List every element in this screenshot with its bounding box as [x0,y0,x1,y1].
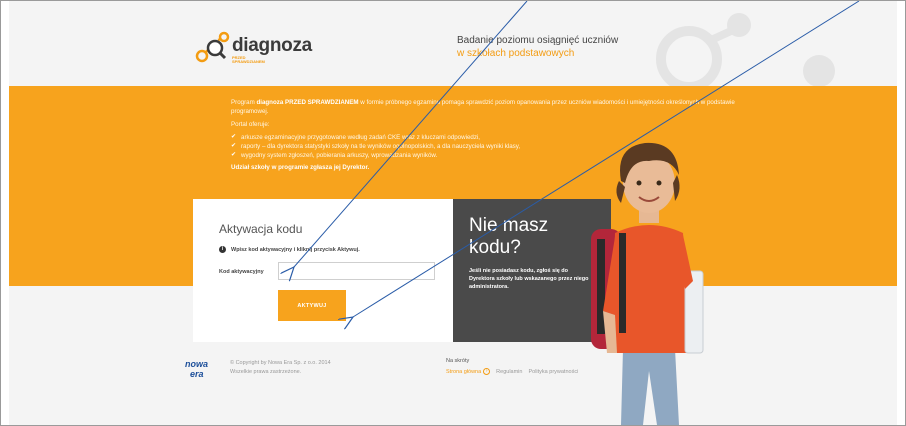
copyright-text: © Copyright by Nowa Era Sp. z o.o. 2014 [230,360,331,366]
home-icon: › [483,368,491,375]
activation-panel: Aktywacja kodu i Wpisz kod aktywacyjny i… [193,199,453,342]
logo-subtitle: PRZED SPRAWDZIANEM [232,55,265,64]
activation-code-input[interactable] [278,262,435,280]
activation-hint-text: Wpisz kod aktywacyjny i kliknij przycisk… [231,246,360,253]
screenshot-frame: diagnoza PRZED SPRAWDZIANEM Badanie pozi… [0,0,906,426]
no-code-text: Jeśli nie posiadasz kodu, zgłoś się do D… [469,268,589,290]
activate-button[interactable]: AKTYWUJ [278,290,346,321]
nowa-era-logo-line2: era [190,369,204,379]
nowa-era-logo[interactable]: nowa era [184,357,218,379]
logo-wordmark: diagnoza [232,35,312,56]
tagline-line1: Badanie poziomu osiągnięć uczniów [457,35,619,46]
rules-link[interactable]: Regulamin [496,369,522,375]
info-icon: i [219,246,226,253]
logo-icon [195,31,230,63]
intro-program-name: diagnoza PRZED SPRAWDZIANEM [256,99,359,106]
code-field-label: Kod aktywacyjny [219,269,264,275]
copyright-block: © Copyright by Nowa Era Sp. z o.o. 2014 … [230,359,331,377]
footer-links: Strona główna › Regulamin Polityka prywa… [446,368,578,375]
student-photo [591,142,704,425]
intro-paragraph: Program diagnoza PRZED SPRAWDZIANEM w fo… [231,98,751,116]
nowa-era-logo-line1: nowa [185,359,208,369]
diagnoza-logo[interactable]: diagnoza PRZED SPRAWDZIANEM [194,29,334,69]
shortcuts-title: Na skróty [446,358,470,364]
tagline-line2: w szkołach podstawowych [457,48,575,59]
diagnoza-page: diagnoza PRZED SPRAWDZIANEM Badanie pozi… [9,1,897,425]
privacy-link[interactable]: Polityka prywatności [528,369,578,375]
home-link[interactable]: Strona główna › [446,368,491,375]
tagline: Badanie poziomu osiągnięć uczniów w szko… [457,35,687,59]
activation-hint: i Wpisz kod aktywacyjny i kliknij przyci… [219,246,360,253]
rights-text: Wszelkie prawa zastrzeżone. [230,369,302,375]
no-code-title: Nie masz kodu? [469,215,549,258]
intro-prefix: Program [231,99,257,106]
home-link-label: Strona główna [446,368,482,375]
activation-title: Aktywacja kodu [219,222,303,236]
